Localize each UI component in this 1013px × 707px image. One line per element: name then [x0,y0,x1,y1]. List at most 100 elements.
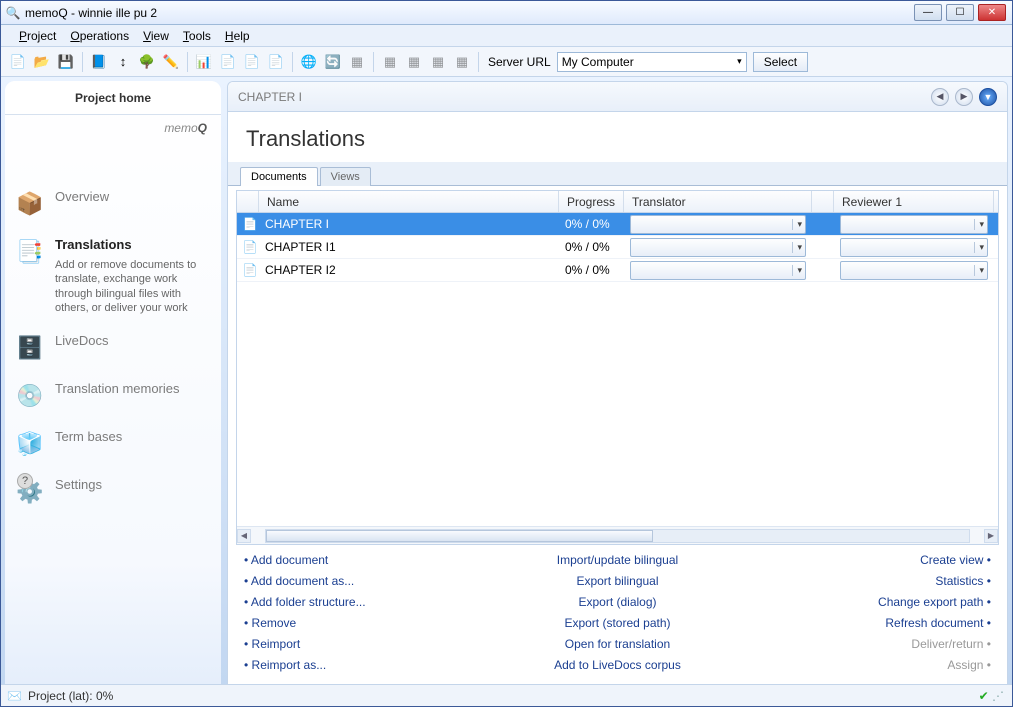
menubar: Project Operations View Tools Help [1,25,1012,47]
sidebar-item-tm[interactable]: 💿 Translation memories [15,381,211,411]
reviewer-dropdown[interactable]: ▾ [840,238,988,257]
window-controls: — ☐ ✕ [914,4,1006,21]
translator-dropdown[interactable]: ▾ [630,238,806,257]
doc3-icon[interactable]: 📄 [265,51,287,73]
action-link[interactable]: Statistics • [745,574,991,588]
server-url-value: My Computer [562,55,634,69]
document-tabs: CHAPTER I ◀ ▶ ▼ [228,82,1007,112]
subtabs: Documents Views [228,162,1007,186]
action-link[interactable]: Add to LiveDocs corpus [494,658,740,672]
sort-icon[interactable]: ↕ [112,51,134,73]
maximize-button[interactable]: ☐ [946,4,974,21]
open-icon[interactable]: 📂 [31,51,53,73]
grid3-icon[interactable]: ▦ [403,51,425,73]
sidebar-item-overview[interactable]: 📦 Overview [15,189,211,219]
doc1-icon[interactable]: 📄 [217,51,239,73]
col-progress[interactable]: Progress [559,191,624,212]
action-link[interactable]: Create view • [745,553,991,567]
sidebar-item-termbases[interactable]: 🧊 Term bases [15,429,211,459]
row-name: CHAPTER I1 [265,240,336,254]
check-icon: ✔ [979,689,989,703]
row-name: CHAPTER I [265,217,329,231]
col-translator[interactable]: Translator [624,191,812,212]
action-link[interactable]: Export (stored path) [494,616,740,630]
refresh-icon[interactable]: 🔄 [322,51,344,73]
doc2-icon[interactable]: 📄 [241,51,263,73]
action-links: • Add document • Add document as... • Add … [228,545,1007,684]
table-row[interactable]: 📄 CHAPTER I1 0% / 0% ▾ ▾ [237,236,998,259]
action-link[interactable]: • Reimport as... [244,658,490,672]
doc-tab-chapter[interactable]: CHAPTER I [238,90,302,104]
subtab-views[interactable]: Views [320,167,371,186]
action-link[interactable]: Open for translation [494,637,740,651]
marker-icon[interactable]: ✏️ [160,51,182,73]
reviewer-dropdown[interactable]: ▾ [840,215,988,234]
grid1-icon[interactable]: ▦ [346,51,368,73]
action-link[interactable]: Change export path • [745,595,991,609]
sidebar: Project home memoQ 📦 Overview 📑 Translat… [5,81,221,684]
action-link[interactable]: • Reimport [244,637,490,651]
menu-project[interactable]: Project [19,29,56,43]
window-title: memoQ - winnie ille pu 2 [25,6,914,20]
sidebar-item-livedocs[interactable]: 🗄️ LiveDocs [15,333,211,363]
table-row[interactable]: 📄 CHAPTER I 0% / 0% ▾ ▾ [237,213,998,236]
nav-prev-button[interactable]: ◀ [931,88,949,106]
table-row[interactable]: 📄 CHAPTER I2 0% / 0% ▾ ▾ [237,259,998,282]
new-icon[interactable]: 📄 [7,51,29,73]
grid4-icon[interactable]: ▦ [427,51,449,73]
memoq-logo: memoQ [5,115,221,139]
document-icon: 📄 [243,263,257,277]
document-icon: 📄 [243,240,257,254]
action-link[interactable]: • Add folder structure... [244,595,490,609]
main-panel: CHAPTER I ◀ ▶ ▼ Translations Documents V… [227,81,1008,684]
sidebar-item-translations[interactable]: 📑 Translations Add or remove documents t… [15,237,211,315]
col-name[interactable]: Name [259,191,559,212]
sidebar-tab-project-home[interactable]: Project home [5,81,221,115]
titlebar: 🔍 memoQ - winnie ille pu 2 — ☐ ✕ [1,1,1012,25]
menu-tools[interactable]: Tools [183,29,211,43]
action-link[interactable]: • Remove [244,616,490,630]
translator-dropdown[interactable]: ▾ [630,215,806,234]
menu-operations[interactable]: Operations [70,29,129,43]
sidebar-item-settings[interactable]: ⚙️ Settings [15,477,211,507]
resize-grip[interactable]: ⋰ [992,689,1006,703]
action-link[interactable]: Export (dialog) [494,595,740,609]
box-icon: 📦 [15,189,45,219]
pages-icon: 📑 [15,237,45,267]
row-name: CHAPTER I2 [265,263,336,277]
menu-view[interactable]: View [143,29,169,43]
globe-icon[interactable]: 🌐 [298,51,320,73]
subtab-documents[interactable]: Documents [240,167,318,186]
close-button[interactable]: ✕ [978,4,1006,21]
action-link[interactable]: • Add document as... [244,574,490,588]
col-reviewer[interactable]: Reviewer 1 [834,191,994,212]
tree-icon[interactable]: 🌳 [136,51,158,73]
status-text: Project (lat): 0% [28,689,113,703]
document-icon: 📄 [243,217,257,231]
save-icon[interactable]: 💾 [55,51,77,73]
action-link[interactable]: • Add document [244,553,490,567]
grid2-icon[interactable]: ▦ [379,51,401,73]
nav-next-button[interactable]: ▶ [955,88,973,106]
help-icon[interactable]: ? [17,473,33,489]
nav-down-button[interactable]: ▼ [979,88,997,106]
row-progress: 0% / 0% [565,263,610,277]
action-link[interactable]: Export bilingual [494,574,740,588]
reviewer-dropdown[interactable]: ▾ [840,261,988,280]
action-link[interactable]: Import/update bilingual [494,553,740,567]
content-area: Project home memoQ 📦 Overview 📑 Translat… [1,77,1012,684]
book-icon[interactable]: 📘 [88,51,110,73]
select-button[interactable]: Select [753,52,808,72]
page-title: Translations [228,112,1007,162]
row-progress: 0% / 0% [565,217,610,231]
server-url-dropdown[interactable]: My Computer ▾ [557,52,747,72]
documents-table: Name Progress Translator Reviewer 1 📄 CHA… [236,190,999,545]
row-progress: 0% / 0% [565,240,610,254]
action-link[interactable]: Refresh document • [745,616,991,630]
grid5-icon[interactable]: ▦ [451,51,473,73]
menu-help[interactable]: Help [225,29,250,43]
chart-icon[interactable]: 📊 [193,51,215,73]
translator-dropdown[interactable]: ▾ [630,261,806,280]
minimize-button[interactable]: — [914,4,942,21]
horizontal-scrollbar[interactable]: ◀ ▶ [237,526,998,544]
